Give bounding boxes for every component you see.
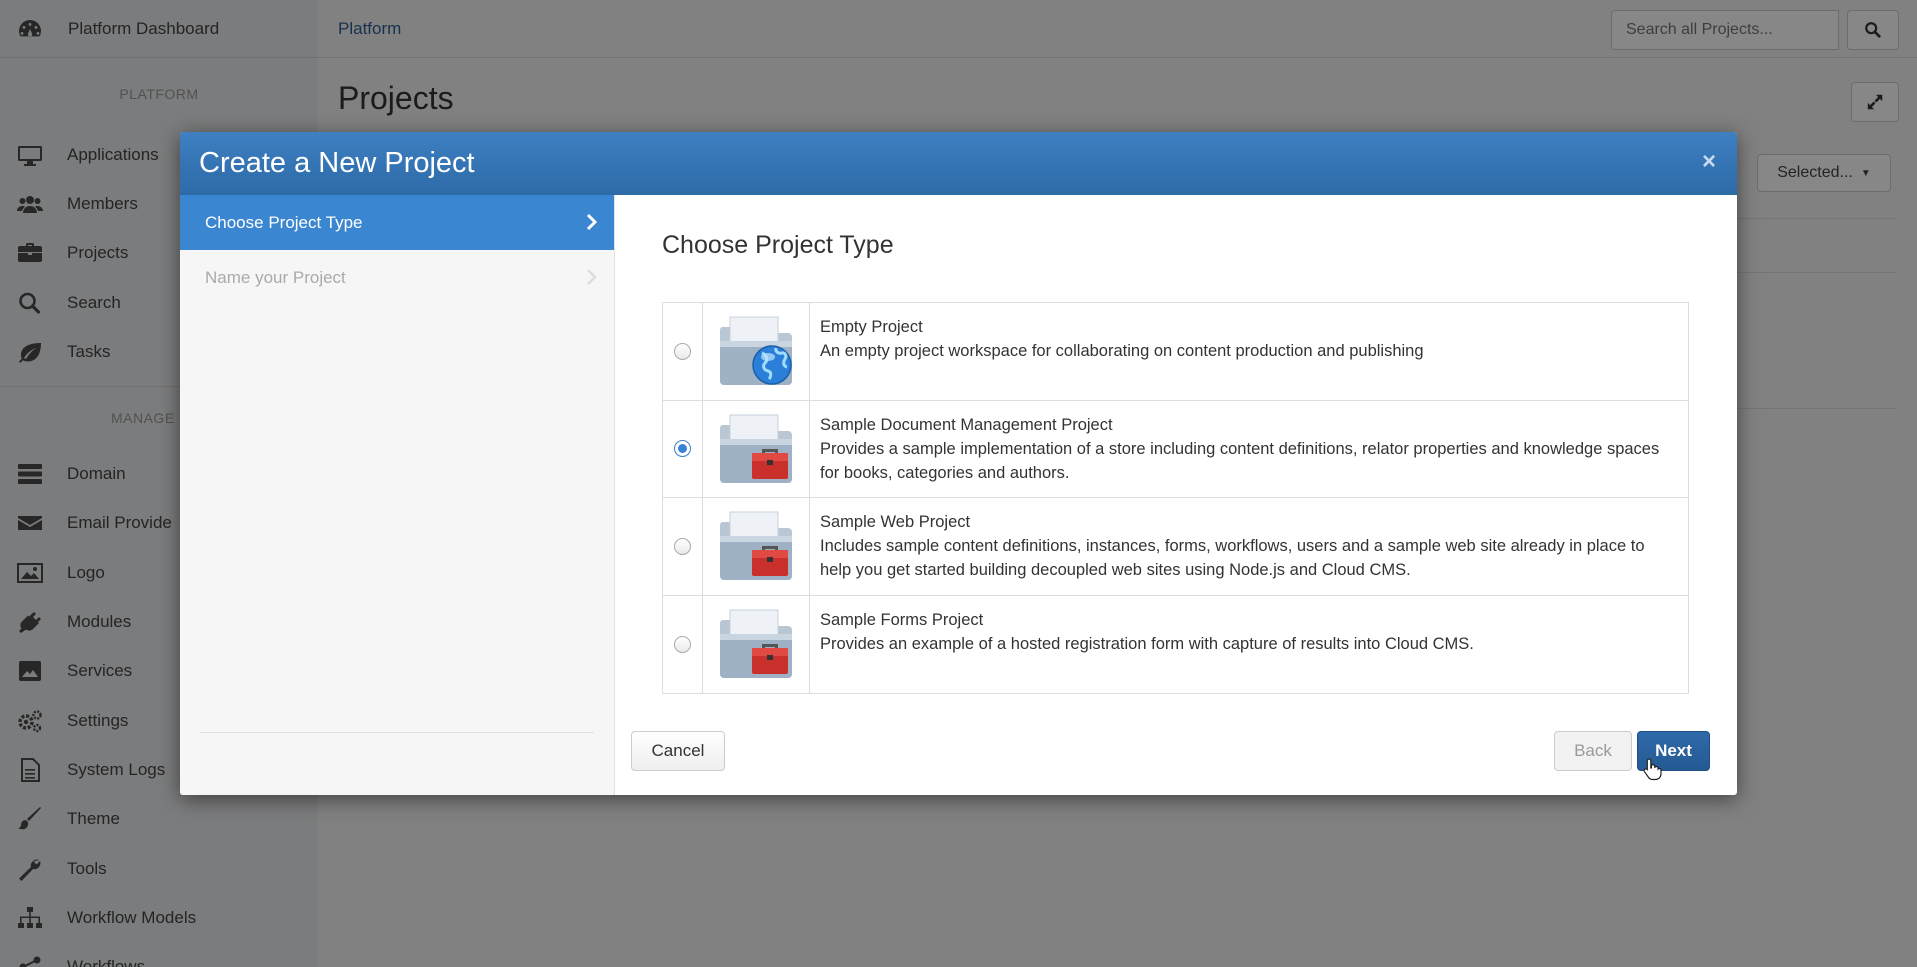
chevron-right-icon [586,213,598,231]
radio-cell [663,498,703,595]
modal-body: Choose Project Type Name your Project Ch… [180,195,1737,795]
hand-cursor-icon [1643,758,1662,781]
project-type-text: Sample Web Project Includes sample conte… [810,498,1688,595]
close-icon[interactable]: × [1697,150,1721,174]
project-type-empty[interactable]: Empty Project An empty project workspace… [663,303,1688,401]
folder-toolbox-icon [703,595,810,693]
step-label: Name your Project [205,267,346,287]
project-type-description: Provides a sample implementation of a st… [820,439,1660,482]
steps-divider [200,732,594,733]
project-type-description: Includes sample content definitions, ins… [820,537,1645,579]
project-type-text: Sample Forms Project Provides an example… [810,596,1688,694]
back-button[interactable]: Back [1554,731,1632,771]
project-type-text: Sample Document Management Project Provi… [810,401,1688,498]
project-type-radio[interactable] [674,537,691,555]
project-type-description: An empty project workspace for collabora… [820,342,1424,360]
modal-header: Create a New Project × [180,132,1737,195]
cancel-button[interactable]: Cancel [631,731,725,771]
project-type-name: Sample Forms Project [820,610,984,629]
project-type-radio[interactable] [674,342,691,360]
folder-toolbox-icon [703,400,810,497]
project-type-name: Sample Web Project [820,513,971,531]
chevron-right-icon [587,269,597,285]
step-label: Choose Project Type [205,212,363,232]
folder-globe-icon [703,303,810,400]
step-choose-project-type[interactable]: Choose Project Type [180,195,614,250]
project-type-name: Sample Document Management Project [820,415,1113,434]
project-type-radio[interactable] [674,635,691,653]
project-type-radio[interactable] [674,440,691,458]
project-type-list: Empty Project An empty project workspace… [662,302,1689,694]
project-type-document-management[interactable]: Sample Document Management Project Provi… [663,400,1688,498]
project-type-description: Provides an example of a hosted registra… [820,634,1474,653]
step-name-your-project[interactable]: Name your Project [180,250,614,305]
folder-toolbox-icon [703,498,810,595]
radio-cell [663,303,703,400]
modal-title: Create a New Project [199,147,475,179]
project-type-web[interactable]: Sample Web Project Includes sample conte… [663,498,1688,596]
create-project-modal: Create a New Project × Choose Project Ty… [180,132,1737,795]
project-type-forms[interactable]: Sample Forms Project Provides an example… [663,595,1688,694]
radio-cell [663,595,703,693]
wizard-steps: Choose Project Type Name your Project [180,195,615,795]
project-type-text: Empty Project An empty project workspace… [810,303,1688,400]
project-type-name: Empty Project [820,318,923,336]
panel-title: Choose Project Type [662,231,894,259]
radio-cell [663,400,703,497]
project-type-panel: Choose Project Type Empty Project An emp… [615,195,1737,795]
